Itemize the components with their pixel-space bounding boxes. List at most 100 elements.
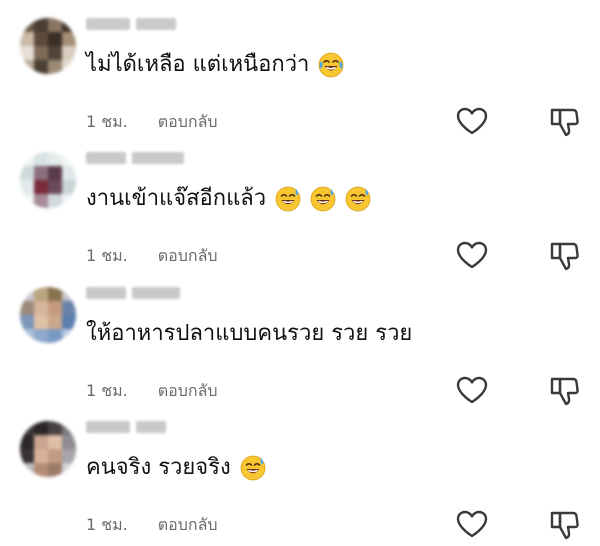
comment-text-body: ให้อาหารปลาแบบคนรวย รวย รวย bbox=[86, 321, 413, 346]
avatar-pixel bbox=[48, 194, 62, 208]
heart-icon[interactable] bbox=[455, 375, 489, 405]
comment-text-body: งานเข้าแจ๊สอีกแล้ว bbox=[86, 186, 267, 211]
comment-text-body: คนจริง รวยจริง bbox=[86, 455, 231, 480]
comment-meta: 1 ชม. ตอบกลับ bbox=[86, 110, 218, 135]
avatar-pixel bbox=[34, 180, 48, 194]
heart-icon[interactable] bbox=[455, 106, 489, 136]
sweat-smile-emoji-icon bbox=[240, 455, 266, 481]
avatar-pixel bbox=[48, 60, 62, 74]
avatar-pixel bbox=[62, 301, 76, 315]
comment-meta: 1 ชม. ตอบกลับ bbox=[86, 513, 218, 538]
comment-meta: 1 ชม. ตอบกลับ bbox=[86, 379, 218, 404]
sweat-smile-emoji-icon bbox=[310, 186, 336, 212]
avatar-pixel bbox=[34, 60, 48, 74]
avatar-pixel bbox=[20, 60, 34, 74]
username-blurred[interactable] bbox=[86, 18, 176, 32]
avatar-pixel bbox=[34, 152, 48, 166]
avatar-pixel bbox=[20, 315, 34, 329]
avatar-pixel bbox=[48, 32, 62, 46]
avatar-pixel bbox=[34, 463, 48, 477]
comment-item: ให้อาหารปลาแบบคนรวย รวย รวย 1 ชม. ตอบกลั… bbox=[0, 287, 600, 412]
avatar[interactable] bbox=[20, 18, 76, 74]
username-blurred[interactable] bbox=[86, 287, 180, 301]
avatar-pixel bbox=[34, 449, 48, 463]
avatar-pixel bbox=[34, 46, 48, 60]
comment-time: 1 ชม. bbox=[86, 246, 128, 265]
heart-icon[interactable] bbox=[455, 240, 489, 270]
avatar-pixel bbox=[20, 46, 34, 60]
reply-button[interactable]: ตอบกลับ bbox=[158, 379, 218, 404]
avatar-pixel bbox=[20, 180, 34, 194]
avatar-pixel bbox=[34, 166, 48, 180]
avatar-pixel bbox=[34, 435, 48, 449]
avatar-pixel bbox=[48, 166, 62, 180]
avatar-pixel bbox=[20, 301, 34, 315]
avatar-pixel bbox=[62, 152, 76, 166]
avatar-pixel bbox=[20, 329, 34, 343]
avatar-pixel bbox=[62, 18, 76, 32]
comment-time: 1 ชม. bbox=[86, 515, 128, 534]
avatar-pixel bbox=[48, 315, 62, 329]
comment-time: 1 ชม. bbox=[86, 381, 128, 400]
avatar-pixel bbox=[34, 287, 48, 301]
avatar-pixel bbox=[62, 180, 76, 194]
username-blurred[interactable] bbox=[86, 152, 184, 166]
thumbs-down-icon[interactable] bbox=[548, 375, 580, 407]
avatar-pixel bbox=[34, 301, 48, 315]
comment-item: งานเข้าแจ๊สอีกแล้ว 1 ชม. ตอบกลับ bbox=[0, 152, 600, 277]
comment-item: ไม่ได้เหลือ แต่เหนือกว่า 1 ชม. ตอบกลับ bbox=[0, 18, 600, 143]
thumbs-down-icon[interactable] bbox=[548, 240, 580, 272]
avatar-pixel bbox=[62, 329, 76, 343]
avatar[interactable] bbox=[20, 287, 76, 343]
avatar-pixel bbox=[48, 329, 62, 343]
avatar-pixel bbox=[48, 152, 62, 166]
avatar-pixel bbox=[34, 315, 48, 329]
reply-button[interactable]: ตอบกลับ bbox=[158, 110, 218, 135]
avatar-pixel bbox=[20, 287, 34, 301]
comment-meta: 1 ชม. ตอบกลับ bbox=[86, 244, 218, 269]
reply-button[interactable]: ตอบกลับ bbox=[158, 513, 218, 538]
avatar-pixel bbox=[62, 421, 76, 435]
sweat-smile-emoji-icon bbox=[275, 186, 301, 212]
avatar-pixel bbox=[20, 18, 34, 32]
avatar-pixel bbox=[62, 60, 76, 74]
avatar-pixel bbox=[20, 194, 34, 208]
avatar-pixel bbox=[20, 166, 34, 180]
avatar[interactable] bbox=[20, 421, 76, 477]
avatar-pixel bbox=[48, 435, 62, 449]
avatar-pixel bbox=[48, 449, 62, 463]
avatar-pixel bbox=[48, 18, 62, 32]
avatar-pixel bbox=[34, 329, 48, 343]
thumbs-down-icon[interactable] bbox=[548, 106, 580, 138]
comment-text: งานเข้าแจ๊สอีกแล้ว bbox=[86, 182, 371, 216]
avatar-pixel bbox=[20, 449, 34, 463]
avatar-pixel bbox=[20, 152, 34, 166]
avatar-pixel bbox=[62, 32, 76, 46]
avatar-pixel bbox=[48, 421, 62, 435]
thumbs-down-icon[interactable] bbox=[548, 509, 580, 541]
avatar-pixel bbox=[62, 463, 76, 477]
avatar-pixel bbox=[20, 463, 34, 477]
comment-text: ไม่ได้เหลือ แต่เหนือกว่า bbox=[86, 48, 344, 82]
avatar-pixel bbox=[62, 194, 76, 208]
comment-text-body: ไม่ได้เหลือ แต่เหนือกว่า bbox=[86, 52, 310, 77]
reply-button[interactable]: ตอบกลับ bbox=[158, 244, 218, 269]
avatar-pixel bbox=[34, 194, 48, 208]
avatar-pixel bbox=[62, 166, 76, 180]
avatar-pixel bbox=[62, 435, 76, 449]
avatar-pixel bbox=[62, 315, 76, 329]
avatar-pixel bbox=[20, 32, 34, 46]
avatar-pixel bbox=[48, 287, 62, 301]
avatar-pixel bbox=[34, 421, 48, 435]
heart-icon[interactable] bbox=[455, 509, 489, 539]
avatar-pixel bbox=[34, 18, 48, 32]
avatar-pixel bbox=[48, 301, 62, 315]
joy-emoji-icon bbox=[319, 52, 344, 78]
avatar-pixel bbox=[20, 435, 34, 449]
avatar-pixel bbox=[34, 32, 48, 46]
avatar[interactable] bbox=[20, 152, 76, 208]
avatar-pixel bbox=[62, 449, 76, 463]
username-blurred[interactable] bbox=[86, 421, 166, 435]
sweat-smile-emoji-icon bbox=[345, 186, 371, 212]
comment-text: ให้อาหารปลาแบบคนรวย รวย รวย bbox=[86, 317, 412, 351]
